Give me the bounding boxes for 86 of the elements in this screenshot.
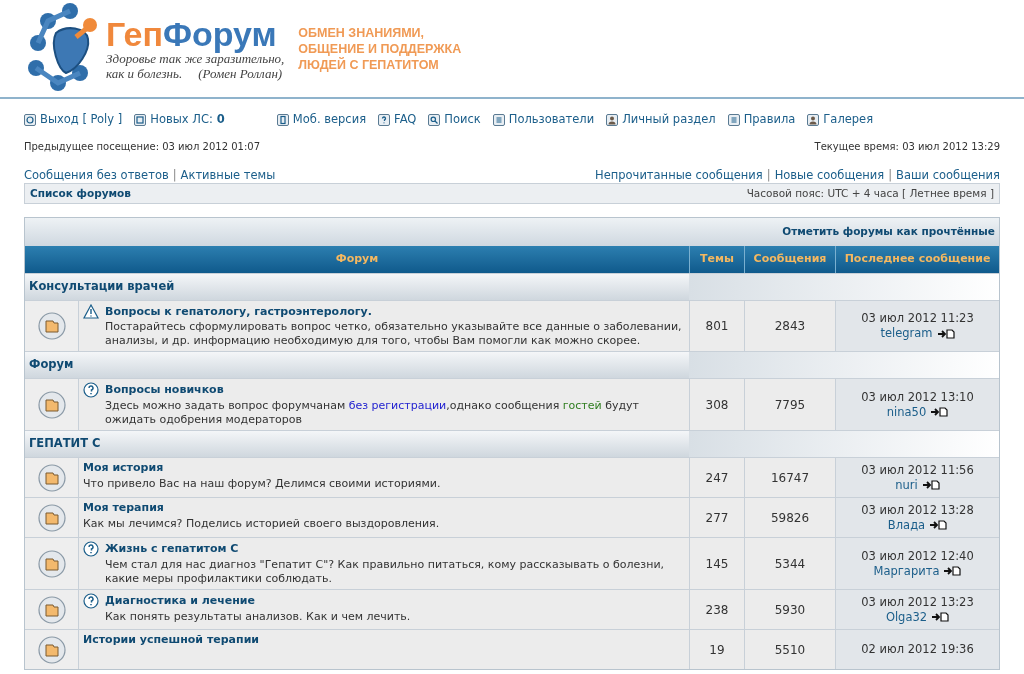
forum-folder-icon xyxy=(37,549,66,578)
last-post-date: 03 июл 2012 13:28 xyxy=(861,502,974,518)
nav-link[interactable]: Правила xyxy=(727,111,796,129)
forum-title[interactable]: Моя история xyxy=(83,461,164,475)
mail-icon xyxy=(134,114,147,126)
topics-count: 308 xyxy=(689,379,744,430)
forum-folder-icon xyxy=(37,312,66,340)
nav-link[interactable]: Поиск xyxy=(428,111,481,129)
last-post-author[interactable]: telegram xyxy=(880,326,933,341)
last-post-author[interactable]: Влада xyxy=(887,517,926,533)
nav-link[interactable]: Новых ЛС: 0 xyxy=(134,111,225,129)
forum-title[interactable]: Жизнь с гепатитом С xyxy=(105,542,239,556)
current-time: Текущее время: 03 июл 2012 13:29 xyxy=(814,140,1000,154)
quick-link[interactable]: Активные темы xyxy=(180,167,276,183)
last-post-author[interactable]: nina50 xyxy=(886,404,927,420)
forum-description: Чем стал для нас диагноз "Гепатит С"? Как правильно питаться, кому рассказывать о болезни, какие меры профилактики соблюдать. xyxy=(104,558,666,586)
category-title[interactable]: Форум xyxy=(25,352,689,378)
link-separator: | xyxy=(171,167,178,183)
last-post-author[interactable]: nuri xyxy=(895,477,918,493)
topics-count: 801 xyxy=(689,301,744,351)
nav-link[interactable]: Галерея xyxy=(807,111,874,129)
forum-folder-icon xyxy=(37,595,66,624)
last-post-date: 03 июл 2012 11:23 xyxy=(861,311,974,326)
forum-folder-icon xyxy=(37,635,66,664)
forum-title[interactable]: Истории успешной терапии xyxy=(83,633,260,647)
forum-description: Здесь можно задать вопрос форумчанам без регистрации,однако сообщения гостей будут ожидать одобрения модераторов xyxy=(104,399,640,427)
link-separator: | xyxy=(887,167,894,183)
last-post-date: 03 июл 2012 12:40 xyxy=(861,548,974,564)
link-separator: | xyxy=(765,167,772,183)
column-header: Темы xyxy=(689,246,744,273)
breadcrumb-link[interactable]: Список форумов xyxy=(30,185,131,202)
nav-link[interactable]: Пользователи xyxy=(492,111,595,129)
logo-text: ГепФорум xyxy=(106,17,278,51)
quick-link[interactable]: Сообщения без ответов xyxy=(24,167,169,183)
timezone: Часовой пояс: UTC + 4 часа [ Летнее время ] xyxy=(746,185,994,201)
forum-description: Постарайтесь сформулировать вопрос четко, обязательно указывайте все данные о заболевании, анализы, и др. информацию необходимую для того, чтобы Вам помогли как можно скорее. xyxy=(104,320,683,348)
category-title[interactable]: Консультации врачей xyxy=(25,274,689,300)
mark-read-link[interactable]: Отметить форумы как прочтённые xyxy=(782,224,995,240)
column-header: Форум xyxy=(334,251,380,268)
tagline: ОБМЕН ЗНАНИЯМИ, ОБЩЕНИЕ И ПОДДЕРЖКА ЛЮДЕЙ С ГЕПАТИТОМ xyxy=(298,25,462,73)
last-post-date: 03 июл 2012 13:10 xyxy=(861,389,974,405)
nav-link[interactable]: Моб. версия xyxy=(276,111,367,129)
last-post-date: 03 июл 2012 11:56 xyxy=(861,462,974,478)
forum-title[interactable]: Вопросы новичков xyxy=(105,383,224,397)
category-title[interactable]: ГЕПАТИТ C xyxy=(25,431,689,457)
go-to-post-icon[interactable] xyxy=(931,612,950,622)
person-icon xyxy=(807,114,820,126)
question-icon xyxy=(83,382,99,398)
previous-visit: Предыдущее посещение: 03 июл 2012 01:07 xyxy=(24,140,260,154)
topics-count: 19 xyxy=(689,630,744,669)
forum-title[interactable]: Вопросы к гепатологу, гастроэнтерологу. xyxy=(105,304,372,319)
forum-folder-icon xyxy=(37,390,66,419)
last-post-author[interactable]: Olga32 xyxy=(885,609,928,625)
column-header: Сообщения xyxy=(744,246,835,273)
last-post-date: 02 июл 2012 19:36 xyxy=(861,642,974,657)
person-icon xyxy=(606,114,619,126)
mobile-icon xyxy=(276,114,289,126)
forum-description: Что привело Вас на наш форум? Делимся своими историями. xyxy=(83,477,442,491)
warning-icon xyxy=(83,304,99,319)
go-to-post-icon[interactable] xyxy=(943,566,962,576)
go-to-post-icon[interactable] xyxy=(921,480,940,490)
question-icon xyxy=(83,541,99,557)
power-icon xyxy=(24,114,36,126)
nav-link[interactable]: Выход [ Poly ] xyxy=(24,111,123,129)
forum-folder-icon xyxy=(37,463,66,492)
forum-description: Как мы лечимся? Поделись историей своего выздоровления. xyxy=(83,517,441,531)
last-post-author[interactable]: Маргарита xyxy=(873,563,940,579)
forum-folder-icon xyxy=(37,503,66,532)
go-to-post-icon[interactable] xyxy=(936,328,955,339)
quick-link[interactable]: Ваши сообщения xyxy=(896,167,1000,183)
forum-title[interactable]: Моя терапия xyxy=(83,501,164,515)
nav-link[interactable]: FAQ xyxy=(378,111,417,129)
column-header: Последнее сообщение xyxy=(835,246,999,273)
forum-description: Как понять результаты анализов. Как и чем лечить. xyxy=(104,610,412,624)
last-post-date: 03 июл 2012 13:23 xyxy=(861,594,974,610)
go-to-post-icon[interactable] xyxy=(930,407,949,417)
nav-link[interactable]: Личный раздел xyxy=(606,111,716,129)
faq-icon xyxy=(378,114,391,126)
list-icon xyxy=(492,114,505,126)
search-icon xyxy=(428,114,441,126)
quick-link[interactable]: Непрочитанные сообщения xyxy=(595,167,763,183)
go-to-post-icon[interactable] xyxy=(929,520,948,530)
question-icon xyxy=(83,593,99,609)
quick-link[interactable]: Новые сообщения xyxy=(774,167,885,183)
list-icon xyxy=(727,114,740,126)
forum-title[interactable]: Диагностика и лечение xyxy=(105,594,255,608)
